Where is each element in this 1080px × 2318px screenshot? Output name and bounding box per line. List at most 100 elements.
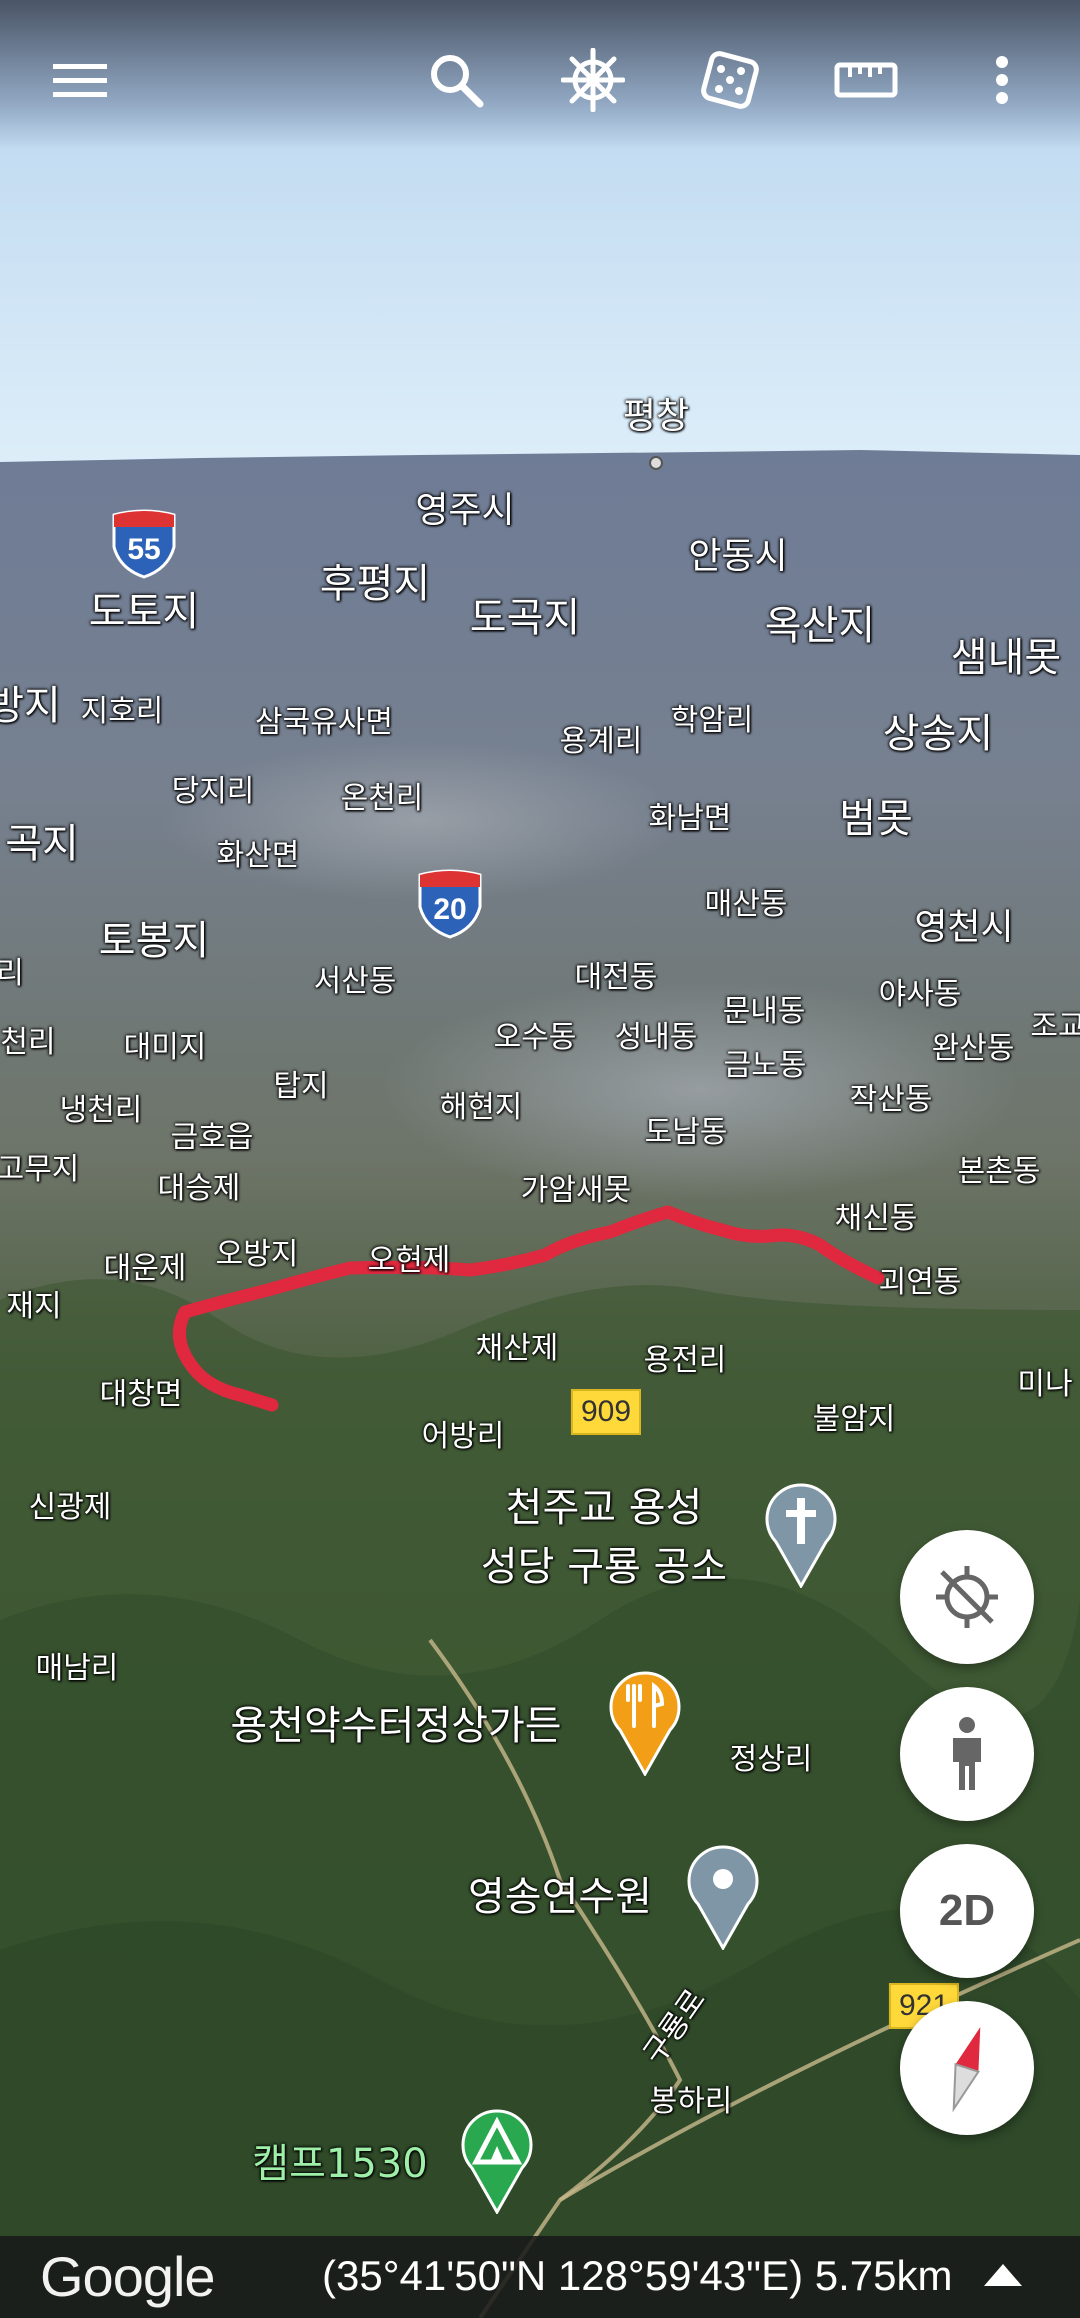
pegman-icon [953,1717,981,1790]
place-label: 도남동 [644,1115,728,1150]
place-label: 가암새못 [520,1173,632,1208]
place-label: 화남면 [648,801,732,836]
google-logo: Google [40,2245,216,2308]
place-label: 채신동 [834,1201,918,1236]
place-label: 성내동 [614,1020,698,1055]
place-label: 금호읍 [170,1120,254,1155]
measure-button[interactable] [816,30,916,130]
more-vert-icon [996,56,1008,104]
place-label: 매남리 [35,1651,119,1686]
toggle-2d-button[interactable]: 2D [900,1844,1034,1978]
place-label: 대승제 [157,1171,241,1206]
place-label: 오수동 [493,1020,577,1055]
dice-icon [701,51,759,109]
place-label: 신광제 [28,1490,112,1525]
place-label: 문내동 [722,994,806,1029]
search-button[interactable] [406,30,506,130]
mode-label: 2D [938,1886,996,1935]
place-label: 옥산지 [764,603,876,649]
poi-label[interactable]: 용천약수터정상가든 [230,1693,561,1751]
menu-button[interactable] [30,30,130,130]
place-label: 대운제 [103,1251,187,1286]
place-label: 영천시 [914,907,1014,948]
place-label: 재지 [6,1289,62,1324]
place-label: 지호리 [80,694,164,729]
place-label: 대미지 [123,1030,207,1065]
place-label: 방지 [0,683,61,729]
place-label: 야사동 [878,977,962,1012]
route-badge-909: 909 [570,1389,642,1435]
place-dot [649,456,663,470]
place-label: 토봉지 [98,918,210,964]
restaurant-pin-icon[interactable] [608,1668,682,1776]
place-label: 불암지 [812,1402,896,1437]
place-label: 대전동 [574,960,658,995]
place-label: 영주시 [415,490,515,531]
cross-pin-icon[interactable] [764,1480,838,1588]
place-label: 냉천리 [59,1093,143,1128]
campground-pin-icon[interactable] [460,2106,534,2214]
place-label: 화산면 [216,838,300,873]
place-label: 도토지 [88,589,200,635]
place-label: 조교 [1030,1009,1080,1044]
place-label: 매산동 [704,887,788,922]
svg-text:55: 55 [127,533,160,566]
highway-shield-55: 55 [108,507,180,583]
street-view-button[interactable] [900,1687,1034,1821]
voyager-helm-icon [561,48,625,112]
place-label: 상송지 [882,711,994,757]
poi-label[interactable]: 성당 구룡 공소 [481,1534,727,1592]
place-label: 정상리 [729,1742,813,1777]
place-label: 온천리 [340,781,424,816]
top-toolbar [0,0,1080,150]
place-label: 괴연동 [878,1265,962,1300]
coordinates-readout: (35°41'50"N 128°59'43"E) 5.75km [322,2252,953,2299]
voyager-button[interactable] [543,30,643,130]
poi-label[interactable]: 천주교 용성 [506,1475,703,1533]
place-label: 탑지 [273,1069,329,1104]
place-label: 미나 [1017,1367,1073,1402]
map-view[interactable] [0,0,1080,2318]
my-location-button[interactable] [900,1530,1034,1664]
place-label: 완산동 [931,1031,1015,1066]
place-label: 평창 [622,396,690,437]
expand-up-icon[interactable] [980,2256,1026,2296]
place-label: 오방지 [215,1237,299,1272]
place-label: 샘내못 [950,635,1062,681]
svg-text:20: 20 [433,893,466,926]
search-icon [431,55,484,108]
place-label: 고무지 [0,1152,80,1187]
place-label: 후평지 [319,561,431,607]
place-label: 채산제 [475,1331,559,1366]
place-label: 안동시 [688,536,788,577]
highway-shield-20: 20 [414,867,486,943]
place-label: 당지리 [171,774,255,809]
more-options-button[interactable] [952,30,1052,130]
place-label: 어방리 [421,1419,505,1454]
compass-button[interactable] [900,2001,1034,2135]
poi-label[interactable]: 캠프1530 [252,2131,427,2189]
compass-icon [952,2027,981,2113]
place-label: 해현지 [439,1090,523,1125]
place-label: 본촌동 [957,1154,1041,1189]
place-label: 금노동 [723,1048,807,1083]
place-label: 범못 [839,796,913,842]
place-label: 오현제 [367,1243,451,1278]
place-label: 삼국유사면 [255,705,393,740]
location-disabled-icon [936,1566,998,1628]
random-button[interactable] [680,30,780,130]
place-label: 천리 [0,1025,56,1060]
place-label: 서산동 [313,964,397,999]
place-label: 봉하리 [649,2084,733,2119]
ruler-icon [834,62,898,98]
place-label: 도곡지 [469,595,581,641]
bottom-status-bar: Google (35°41'50"N 128°59'43"E) 5.75km [0,2236,1080,2318]
place-label: 용계리 [559,724,643,759]
poi-label[interactable]: 영송연수원 [468,1864,652,1922]
place-label: 곡지 [5,821,79,867]
place-label: 작산동 [849,1082,933,1117]
place-pin-icon[interactable] [686,1842,760,1950]
place-label: 리 [0,956,24,991]
menu-icon [53,64,107,97]
place-label: 학암리 [670,703,754,738]
